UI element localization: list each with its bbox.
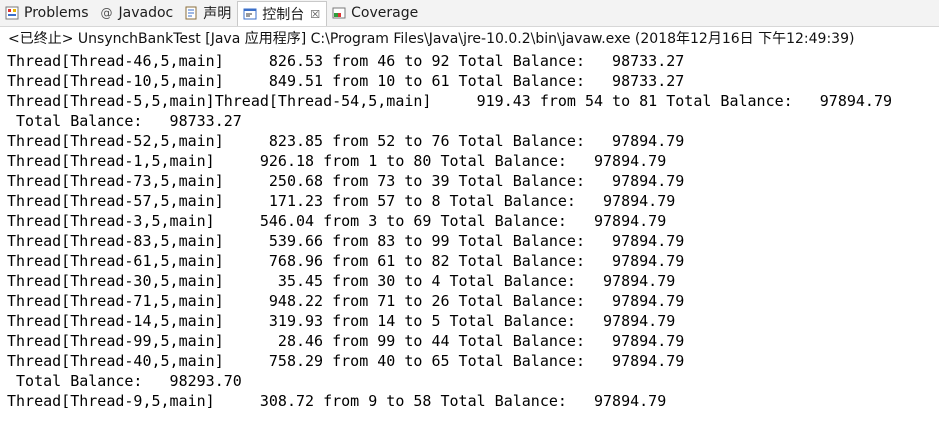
console-line: Thread[Thread-73,5,main] 250.68 from 73 … bbox=[7, 172, 685, 190]
coverage-icon bbox=[331, 5, 347, 21]
tab-console[interactable]: 控制台 ☒ bbox=[237, 1, 328, 26]
console-line: Thread[Thread-46,5,main] 826.53 from 46 … bbox=[7, 52, 685, 70]
console-icon bbox=[242, 6, 258, 22]
close-icon[interactable]: ☒ bbox=[310, 8, 320, 21]
tab-declaration[interactable]: 声明 bbox=[179, 0, 237, 26]
console-line: Thread[Thread-30,5,main] 35.45 from 30 t… bbox=[7, 272, 676, 290]
tab-coverage[interactable]: Coverage bbox=[327, 0, 424, 26]
tab-problems-label: Problems bbox=[24, 5, 89, 21]
console-line: Thread[Thread-57,5,main] 171.23 from 57 … bbox=[7, 192, 676, 210]
console-line: Thread[Thread-99,5,main] 28.46 from 99 t… bbox=[7, 332, 685, 350]
console-line: Total Balance: 98733.27 bbox=[7, 112, 242, 130]
view-tab-bar: Problems @ Javadoc 声明 控制台 ☒ Coverage bbox=[0, 0, 939, 27]
tab-javadoc-label: Javadoc bbox=[118, 5, 174, 21]
console-line: Thread[Thread-10,5,main] 849.51 from 10 … bbox=[7, 72, 685, 90]
console-line: Thread[Thread-61,5,main] 768.96 from 61 … bbox=[7, 252, 685, 270]
console-process-header: <已终止> UnsynchBankTest [Java 应用程序] C:\Pro… bbox=[8, 31, 855, 47]
console-line: Thread[Thread-3,5,main] 546.04 from 3 to… bbox=[7, 212, 667, 230]
console-line: Thread[Thread-40,5,main] 758.29 from 40 … bbox=[7, 352, 685, 370]
problems-icon bbox=[4, 5, 20, 21]
tab-declaration-label: 声明 bbox=[203, 6, 232, 22]
console-line: Thread[Thread-71,5,main] 948.22 from 71 … bbox=[7, 292, 685, 310]
console-line: Thread[Thread-14,5,main] 319.93 from 14 … bbox=[7, 312, 676, 330]
tab-problems[interactable]: Problems bbox=[0, 0, 95, 26]
console-line: Thread[Thread-5,5,main]Thread[Thread-54,… bbox=[7, 92, 893, 110]
tab-console-label: 控制台 bbox=[262, 7, 305, 23]
console-line: Thread[Thread-1,5,main] 926.18 from 1 to… bbox=[7, 152, 667, 170]
console-line: Thread[Thread-52,5,main] 823.85 from 52 … bbox=[7, 132, 685, 150]
tab-coverage-label: Coverage bbox=[351, 5, 419, 21]
tab-javadoc[interactable]: @ Javadoc bbox=[95, 0, 180, 26]
javadoc-icon: @ bbox=[100, 6, 113, 20]
console-line: Thread[Thread-9,5,main] 308.72 from 9 to… bbox=[7, 392, 667, 410]
console-line: Total Balance: 98293.70 bbox=[7, 372, 242, 390]
console-line: Thread[Thread-83,5,main] 539.66 from 83 … bbox=[7, 232, 685, 250]
console-output[interactable]: Thread[Thread-46,5,main] 826.53 from 46 … bbox=[0, 51, 939, 426]
declaration-icon bbox=[183, 5, 199, 21]
